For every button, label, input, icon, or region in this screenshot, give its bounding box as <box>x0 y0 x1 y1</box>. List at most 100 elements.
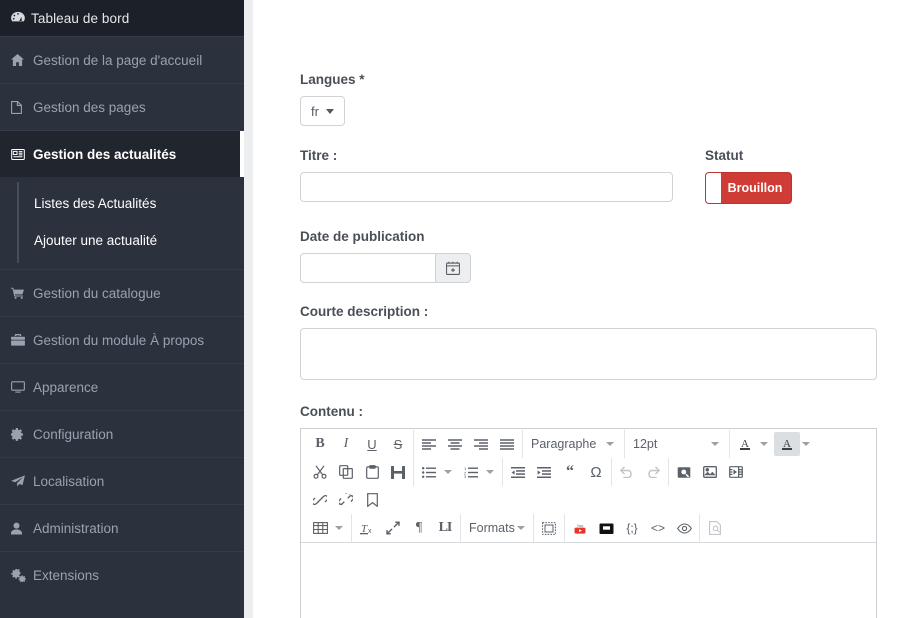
sidebar-item-gestion-module-a-propos[interactable]: Gestion du module À propos <box>0 316 244 363</box>
block-format-select[interactable]: Paragraphe <box>525 432 622 456</box>
titre-input[interactable] <box>300 172 673 202</box>
youtube-icon[interactable]: You <box>567 516 593 540</box>
sidebar-item-gestion-actualites[interactable]: Gestion des actualités <box>0 130 244 177</box>
align-justify-icon[interactable] <box>494 432 520 456</box>
sidebar-subitem-label: Ajouter une actualité <box>34 233 158 248</box>
special-character-icon[interactable]: Ω <box>583 460 609 484</box>
actualite-form: Langues * fr Titre : Statut Brouillon Da… <box>253 0 921 618</box>
unlink-icon[interactable] <box>333 488 359 512</box>
toolbar-group-links <box>305 486 387 514</box>
brand-dashboard-link[interactable]: Tableau de bord <box>0 0 244 36</box>
chevron-down-icon[interactable] <box>802 442 810 446</box>
copy-icon[interactable] <box>333 460 359 484</box>
toolbar-group-embeds: You {;} <> <box>565 514 700 542</box>
sidebar-item-label: Configuration <box>33 426 114 442</box>
align-left-icon[interactable] <box>416 432 442 456</box>
cut-icon[interactable] <box>307 460 333 484</box>
briefcase-icon <box>11 334 33 346</box>
numbered-list-icon[interactable]: 123 <box>458 460 484 484</box>
content-gutter <box>244 0 253 618</box>
formats-select[interactable]: Formats <box>463 516 531 540</box>
sidebar-item-gestion-pages[interactable]: Gestion des pages <box>0 83 244 130</box>
code-sample-icon[interactable]: {;} <box>619 516 645 540</box>
fullscreen-icon[interactable] <box>380 516 406 540</box>
toolbar-group-history <box>612 458 669 486</box>
background-color-icon[interactable]: A <box>774 432 800 456</box>
toolbar-group-clipboard <box>305 458 414 486</box>
sidebar-subitem-listes-actualites[interactable]: Listes des Actualités <box>0 185 244 222</box>
anchor-icon[interactable] <box>359 488 385 512</box>
font-size-value: 12pt <box>633 437 658 451</box>
statut-label: Statut <box>705 148 744 163</box>
brand-label: Tableau de bord <box>31 10 130 26</box>
sidebar-subitem-ajouter-actualite[interactable]: Ajouter une actualité <box>0 222 244 259</box>
sidebar-item-administration[interactable]: Administration <box>0 504 244 551</box>
langue-select[interactable]: fr <box>300 96 345 126</box>
insert-media-icon[interactable] <box>723 460 749 484</box>
insert-image-icon[interactable] <box>697 460 723 484</box>
paper-plane-icon <box>11 475 33 487</box>
remove-format-icon[interactable]: Tx <box>354 516 380 540</box>
statut-toggle[interactable]: Brouillon <box>705 172 792 204</box>
chevron-down-icon[interactable] <box>760 442 768 446</box>
preview-icon[interactable] <box>671 516 697 540</box>
show-blocks-icon[interactable]: ¶ <box>406 516 432 540</box>
main-content: Langues * fr Titre : Statut Brouillon Da… <box>253 0 921 618</box>
line-height-icon[interactable]: LI <box>432 516 458 540</box>
chevron-down-icon <box>516 526 525 530</box>
table-icon[interactable] <box>307 516 333 540</box>
sidebar-item-label: Gestion de la page d'accueil <box>33 52 203 68</box>
dashboard-icon <box>11 11 31 26</box>
calendar-plus-icon[interactable] <box>435 253 471 283</box>
align-right-icon[interactable] <box>468 432 494 456</box>
chevron-down-icon[interactable] <box>335 526 343 530</box>
text-color-icon[interactable]: A <box>732 432 758 456</box>
toolbar-group-block-format: Paragraphe <box>523 430 625 458</box>
redo-icon[interactable] <box>640 460 666 484</box>
image-manager-icon[interactable] <box>671 460 697 484</box>
spellcheck-icon[interactable] <box>702 516 728 540</box>
media-embed-icon[interactable] <box>593 516 619 540</box>
italic-icon[interactable]: I <box>333 432 359 456</box>
date-publication-input[interactable] <box>300 253 435 283</box>
newspaper-icon <box>11 148 33 160</box>
search-replace-icon[interactable] <box>385 460 411 484</box>
editor-toolbar-row-4: Tx ¶ LI Formats You {;} <> <box>301 514 876 542</box>
langues-label: Langues * <box>300 72 365 87</box>
sidebar-item-label: Gestion des pages <box>33 99 146 115</box>
bold-icon[interactable]: B <box>307 432 333 456</box>
sidebar-subitem-label: Listes des Actualités <box>34 196 157 211</box>
cart-icon <box>11 287 33 299</box>
blockquote-icon[interactable]: “ <box>557 460 583 484</box>
underline-icon[interactable]: U <box>359 432 385 456</box>
user-icon <box>11 522 33 535</box>
bullet-list-icon[interactable] <box>416 460 442 484</box>
toolbar-group-text-style: B I U S <box>305 430 414 458</box>
chevron-down-icon[interactable] <box>486 470 494 474</box>
outdent-icon[interactable] <box>505 460 531 484</box>
chevron-down-icon[interactable] <box>444 470 452 474</box>
link-icon[interactable] <box>307 488 333 512</box>
file-icon <box>11 100 33 114</box>
sidebar-item-label: Gestion du module À propos <box>33 332 205 348</box>
indent-icon[interactable] <box>531 460 557 484</box>
sidebar-item-configuration[interactable]: Configuration <box>0 410 244 457</box>
paste-icon[interactable] <box>359 460 385 484</box>
undo-icon[interactable] <box>614 460 640 484</box>
editor-content-area[interactable] <box>301 543 876 618</box>
font-size-select[interactable]: 12pt <box>627 432 727 456</box>
sidebar-item-label: Extensions <box>33 567 100 583</box>
chevron-down-icon <box>606 442 614 446</box>
editor-toolbar-row-1: B I U S Paragraphe 12pt A A <box>301 430 876 458</box>
align-center-icon[interactable] <box>442 432 468 456</box>
cogs-icon <box>11 568 33 582</box>
sidebar-item-extensions[interactable]: Extensions <box>0 551 244 598</box>
sidebar-item-gestion-catalogue[interactable]: Gestion du catalogue <box>0 269 244 316</box>
sidebar-item-localisation[interactable]: Localisation <box>0 457 244 504</box>
sidebar-item-apparence[interactable]: Apparence <box>0 363 244 410</box>
template-icon[interactable] <box>536 516 562 540</box>
courte-description-textarea[interactable] <box>300 328 877 380</box>
source-code-icon[interactable]: <> <box>645 516 671 540</box>
sidebar-item-gestion-page-accueil[interactable]: Gestion de la page d'accueil <box>0 36 244 83</box>
strikethrough-icon[interactable]: S <box>385 432 411 456</box>
